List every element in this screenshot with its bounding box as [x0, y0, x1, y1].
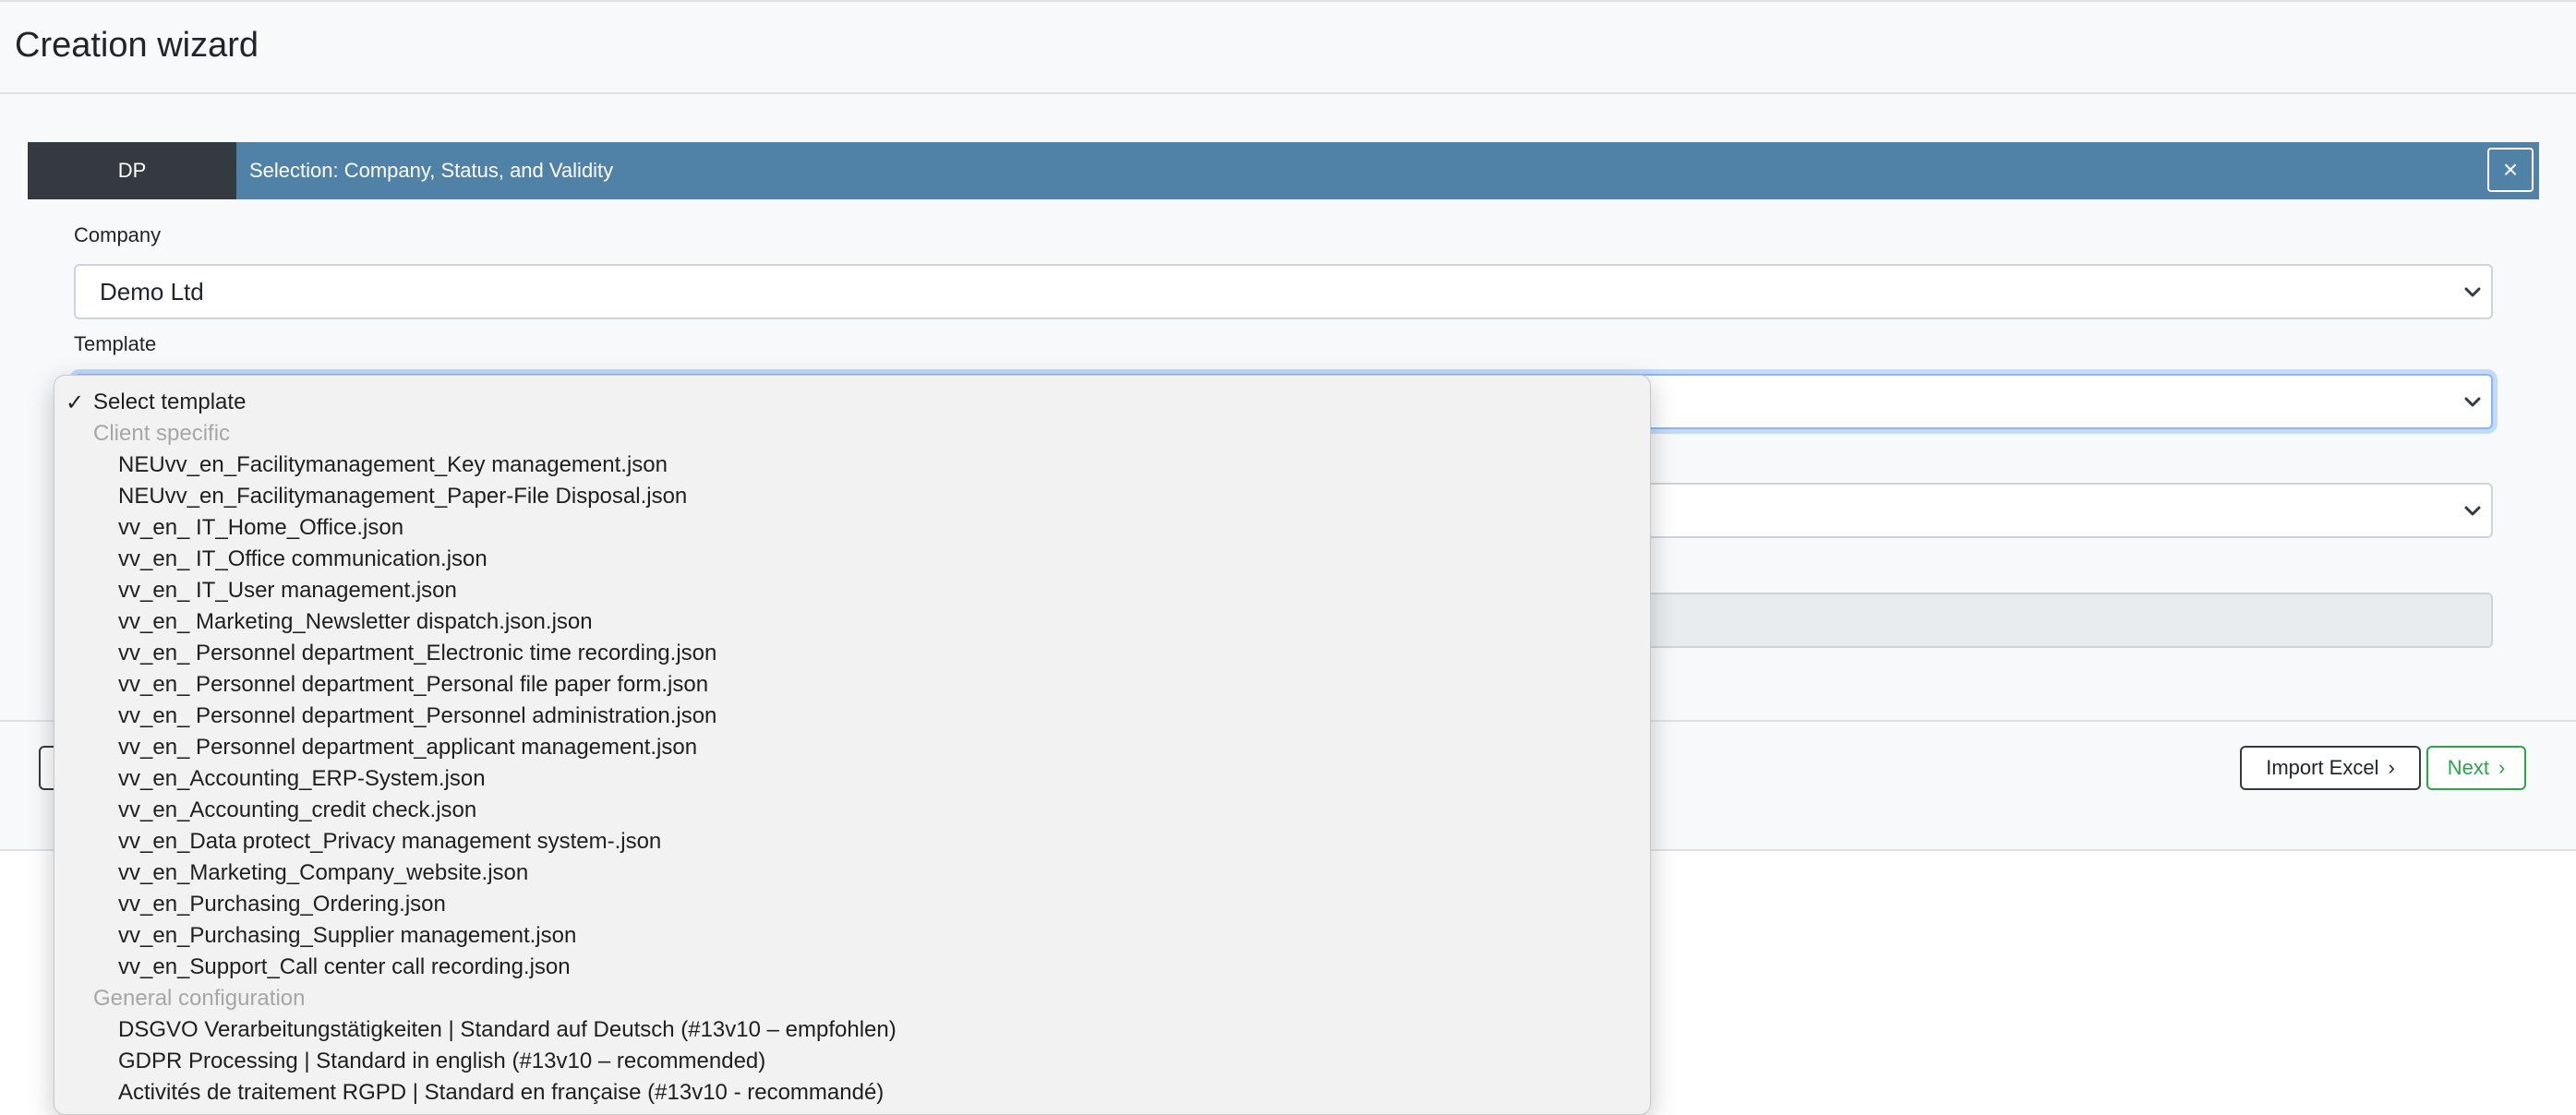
dropdown-option[interactable]: Activités de traitement RGPD | Standard … [54, 1077, 1650, 1109]
dropdown-option[interactable]: vv_en_ Personnel department_applicant ma… [54, 732, 1650, 763]
dropdown-option-selected[interactable]: ✓ Select template [54, 387, 1650, 418]
dropdown-option[interactable]: vv_en_Purchasing_Ordering.json [54, 889, 1650, 920]
card-header-title: Selection: Company, Status, and Validity [249, 159, 614, 182]
template-dropdown-list[interactable]: ✓ Select template Client specific NEUvv_… [54, 375, 1651, 1115]
dropdown-option[interactable]: GDPR Processing | Standard in english (#… [54, 1046, 1650, 1077]
dropdown-group-label: General configuration [93, 986, 306, 1011]
next-label: Next [2447, 756, 2489, 779]
import-excel-button[interactable]: Import Excel › [2240, 746, 2421, 790]
dropdown-option[interactable]: vv_en_ IT_Office communication.json [54, 544, 1650, 575]
chevron-right-icon: › [2388, 756, 2395, 779]
dropdown-group-label: Client specific [93, 421, 231, 446]
check-icon: ✓ [66, 390, 85, 415]
dropdown-option[interactable]: vv_en_ Personnel department_Personnel ad… [54, 701, 1650, 732]
chevron-down-icon [2464, 397, 2481, 407]
dropdown-option[interactable]: vv_en_Purchasing_Supplier management.jso… [54, 920, 1650, 952]
next-button[interactable]: Next › [2426, 746, 2526, 790]
company-select-value: Demo Ltd [100, 277, 204, 306]
close-icon: × [2502, 155, 2519, 184]
dropdown-option[interactable]: vv_en_ Personnel department_Electronic t… [54, 638, 1650, 669]
card-header: DP Selection: Company, Status, and Valid… [28, 142, 2539, 199]
dropdown-option[interactable]: vv_en_Marketing_Company_website.json [54, 857, 1650, 889]
chevron-down-icon [2464, 506, 2481, 516]
close-button[interactable]: × [2487, 148, 2534, 192]
dropdown-option[interactable]: vv_en_ Personnel department_Personal fil… [54, 669, 1650, 701]
dropdown-option[interactable]: vv_en_Support_Call center call recording… [54, 952, 1650, 983]
dropdown-option[interactable]: NEUvv_en_Facilitymanagement_Key manageme… [54, 450, 1650, 481]
page-title: Creation wizard [15, 26, 259, 65]
dropdown-option[interactable]: NEUvv_en_Facilitymanagement_Paper-File D… [54, 481, 1650, 512]
dropdown-option[interactable]: vv_en_ Marketing_Newsletter dispatch.jso… [54, 606, 1650, 638]
chevron-down-icon [2464, 287, 2481, 297]
dropdown-option[interactable]: vv_en_Data protect_Privacy management sy… [54, 826, 1650, 857]
company-select[interactable]: Demo Ltd [74, 264, 2493, 319]
dropdown-option-label: Select template [93, 390, 247, 414]
dropdown-option[interactable]: vv_en_Accounting_ERP-System.json [54, 763, 1650, 795]
dropdown-option[interactable]: vv_en_ IT_User management.json [54, 575, 1650, 606]
card-badge: DP [28, 142, 236, 199]
template-label: Template [74, 332, 157, 355]
import-excel-label: Import Excel [2266, 756, 2379, 779]
title-divider [0, 92, 2576, 94]
chevron-right-icon: › [2498, 756, 2506, 779]
company-label: Company [74, 223, 162, 246]
dropdown-option[interactable]: vv_en_Accounting_credit check.json [54, 795, 1650, 826]
dropdown-option[interactable]: vv_en_ IT_Home_Office.json [54, 512, 1650, 544]
dropdown-option[interactable]: DSGVO Verarbeitungstätigkeiten | Standar… [54, 1014, 1650, 1046]
